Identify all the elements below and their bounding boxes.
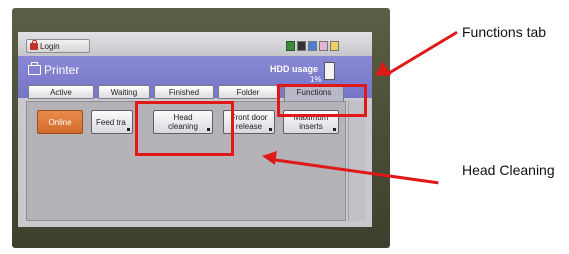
cyan-icon (308, 41, 317, 51)
hdd-usage-meter (324, 62, 335, 80)
more-indicator-icon (333, 128, 336, 131)
printer-icon (28, 62, 41, 75)
tab-finished[interactable]: Finished (154, 85, 214, 99)
login-button[interactable]: Login (26, 39, 90, 53)
functions-tab-callout: Functions tab (462, 24, 547, 40)
yellow-icon (330, 41, 339, 51)
arrow-head-icon (261, 149, 277, 165)
magenta-icon (319, 41, 328, 51)
online-label: Online (48, 117, 72, 127)
toner-icon (297, 41, 306, 51)
login-label: Login (40, 42, 60, 51)
refresh-icon[interactable] (286, 41, 295, 51)
head-cleaning-highlight (135, 101, 234, 156)
functions-tab-highlight (277, 84, 367, 117)
feed-tray-label: Feed tra (96, 117, 126, 127)
more-indicator-icon (127, 128, 130, 131)
status-icons (286, 40, 339, 52)
hdd-usage-label: HDD usage (270, 64, 319, 74)
hdd-usage-value: 1% (310, 75, 322, 84)
feed-tray-button[interactable]: Feed tra (91, 110, 133, 134)
status-bar: Login (18, 32, 372, 56)
app-title: Printer (44, 63, 80, 77)
head-cleaning-callout: Head Cleaning (462, 162, 555, 178)
online-button[interactable]: Online (37, 110, 83, 134)
tab-folder[interactable]: Folder (218, 85, 278, 99)
more-indicator-icon (269, 128, 272, 131)
tab-active[interactable]: Active (28, 85, 94, 99)
page-title: Printer (28, 62, 80, 77)
functions-tab-arrow (384, 30, 458, 77)
tab-waiting[interactable]: Waiting (98, 85, 150, 99)
side-panel (348, 101, 366, 221)
lock-icon (30, 40, 38, 50)
front-door-release-label: Front door release (230, 113, 268, 131)
